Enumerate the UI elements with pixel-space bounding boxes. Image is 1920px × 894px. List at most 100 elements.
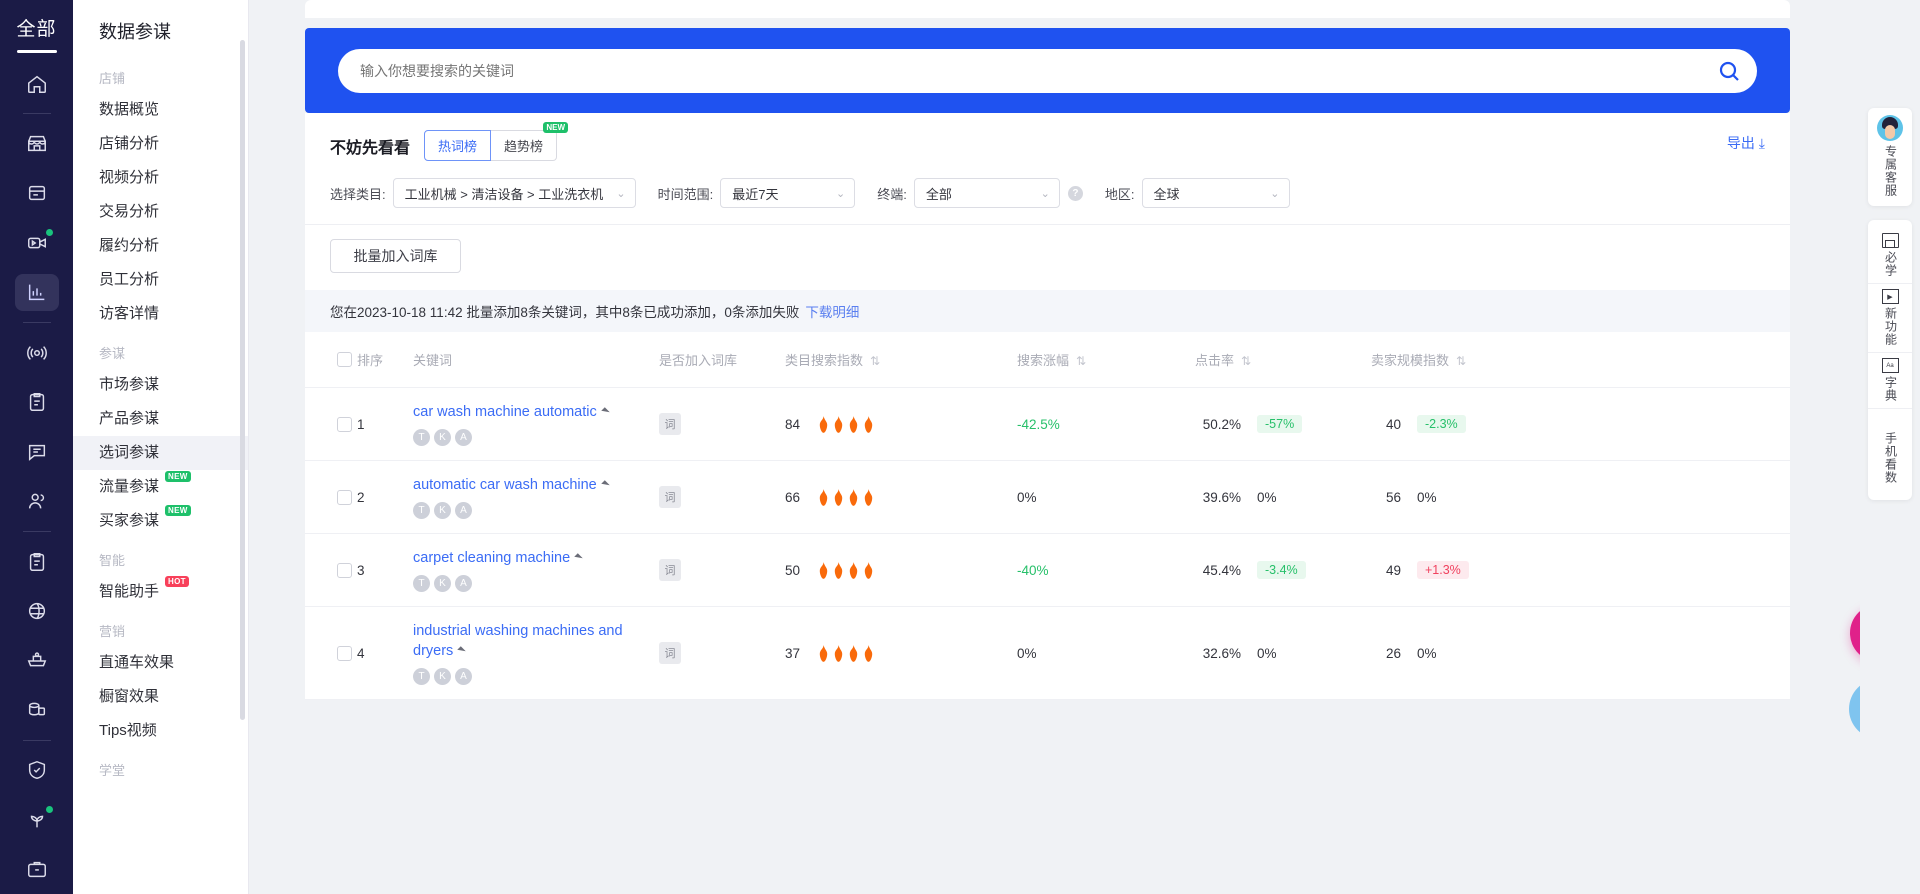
download-detail-link[interactable]: 下载明细 (805, 305, 859, 320)
library-badge[interactable]: 词 (659, 642, 681, 664)
sidebar-item-visitor-detail[interactable]: 访客详情 (73, 297, 248, 331)
sort-icon[interactable]: ⇅ (870, 354, 878, 368)
table-row: 1car wash machine automaticTKA词84-42.5%5… (305, 388, 1790, 461)
rail-entry-must-learn[interactable]: 必学 (1868, 228, 1912, 283)
rail-item-message[interactable] (15, 433, 59, 470)
keyword-tag[interactable]: A (455, 502, 472, 519)
keyword-tag[interactable]: A (455, 575, 472, 592)
sidebar-item-keyword-advisor[interactable]: 选词参谋 (73, 436, 248, 470)
icon-rail: 全部 (0, 0, 73, 894)
rail-entry-dictionary[interactable]: 字典 (1868, 352, 1912, 408)
header-seller-scale[interactable]: 卖家规模指数⇅ (1371, 332, 1790, 388)
region-select[interactable]: 全球 ⌄ (1142, 178, 1290, 208)
export-button[interactable]: 导出 ⤓ (1727, 133, 1765, 153)
shield-icon (26, 759, 48, 781)
keyword-link[interactable]: industrial washing machines and dryers (413, 623, 623, 659)
row-seller-scale: 560% (1371, 461, 1790, 534)
category-select[interactable]: 工业机械 > 清洁设备 > 工业洗衣机 ⌄ (393, 178, 636, 208)
header-search-growth[interactable]: 搜索涨幅⇅ (1017, 332, 1195, 388)
rail-item-sprout[interactable] (15, 801, 59, 838)
rail-item-clipboard[interactable] (15, 384, 59, 421)
sidebar-item-smart-assistant[interactable]: 智能助手 HOT (73, 575, 248, 609)
rail-item-briefcase[interactable] (15, 851, 59, 888)
keyword-tag[interactable]: K (434, 575, 451, 592)
sidebar-item-tips-video[interactable]: Tips视频 (73, 714, 248, 748)
row-checkbox[interactable] (337, 417, 352, 432)
bulk-add-to-library-button[interactable]: 批量加入词库 (330, 239, 461, 273)
keyword-link[interactable]: automatic car wash machine (413, 477, 597, 493)
sidebar-scrollbar[interactable] (240, 40, 245, 720)
sidebar-item-trade-analysis[interactable]: 交易分析 (73, 195, 248, 229)
expand-arrow-icon[interactable] (458, 646, 466, 654)
rail-item-users[interactable] (15, 482, 59, 519)
video-icon (26, 232, 48, 254)
keyword-tag[interactable]: T (413, 668, 430, 685)
row-select-cell (305, 388, 357, 461)
keyword-tag[interactable]: T (413, 429, 430, 446)
terminal-select[interactable]: 全部 ⌄ (914, 178, 1060, 208)
library-badge[interactable]: 词 (659, 559, 681, 581)
keyword-tag[interactable]: T (413, 575, 430, 592)
rail-item-shield[interactable] (15, 752, 59, 789)
row-checkbox[interactable] (337, 490, 352, 505)
sort-icon[interactable]: ⇅ (1241, 354, 1249, 368)
question-mark-icon[interactable]: ? (1068, 186, 1083, 201)
rail-item-window[interactable] (15, 175, 59, 212)
keyword-tag[interactable]: A (455, 668, 472, 685)
rail-item-home[interactable] (15, 65, 59, 102)
sidebar-item-market-advisor[interactable]: 市场参谋 (73, 368, 248, 402)
rail-item-broadcast[interactable] (15, 334, 59, 371)
sidebar-item-data-overview[interactable]: 数据概览 (73, 93, 248, 127)
rail-entry-mobile-data[interactable]: 手机看数 (1868, 408, 1912, 490)
search-box[interactable] (338, 49, 1757, 93)
sidebar-item-store-analysis[interactable]: 店铺分析 (73, 127, 248, 161)
rail-item-notes[interactable] (15, 543, 59, 580)
keyword-link[interactable]: carpet cleaning machine (413, 550, 570, 566)
header-ctr[interactable]: 点击率⇅ (1195, 332, 1371, 388)
sidebar-item-fulfillment-analysis[interactable]: 履约分析 (73, 229, 248, 263)
library-badge[interactable]: 词 (659, 413, 681, 435)
keyword-link[interactable]: car wash machine automatic (413, 404, 597, 420)
sidebar-item-video-analysis[interactable]: 视频分析 (73, 161, 248, 195)
sidebar-item-product-advisor[interactable]: 产品参谋 (73, 402, 248, 436)
sidebar-item-buyer-advisor[interactable]: 买家参谋 NEW (73, 504, 248, 538)
rail-item-store[interactable] (15, 125, 59, 162)
row-checkbox[interactable] (337, 563, 352, 578)
sidebar-item-express-effect[interactable]: 直通车效果 (73, 646, 248, 680)
menu-group-label: 参谋 (73, 331, 248, 368)
time-range-select[interactable]: 最近7天 ⌄ (720, 178, 855, 208)
tab-hot-words[interactable]: 热词榜 (424, 130, 491, 161)
sidebar-item-traffic-advisor[interactable]: 流量参谋 NEW (73, 470, 248, 504)
keyword-tag[interactable]: A (455, 429, 472, 446)
page-title: 数据参谋 (73, 0, 248, 56)
keyword-tag[interactable]: K (434, 429, 451, 446)
row-checkbox[interactable] (337, 646, 352, 661)
search-input[interactable] (360, 63, 1709, 79)
row-seller-scale: 260% (1371, 607, 1790, 700)
sort-icon[interactable]: ⇅ (1076, 354, 1084, 368)
rail-item-ship[interactable] (15, 642, 59, 679)
keyword-tag[interactable]: T (413, 502, 430, 519)
sidebar-item-showcase-effect[interactable]: 橱窗效果 (73, 680, 248, 714)
expand-arrow-icon[interactable] (574, 553, 582, 561)
header-search-index[interactable]: 类目搜索指数⇅ (785, 332, 1017, 388)
rail-item-analytics[interactable] (15, 274, 59, 311)
customer-service-widget[interactable]: 专属客服 (1868, 108, 1912, 206)
table-row: 3carpet cleaning machineTKA词50-40%45.4%-… (305, 534, 1790, 607)
search-button[interactable] (1709, 51, 1749, 91)
rail-item-globe[interactable] (15, 592, 59, 629)
rail-divider (23, 113, 51, 114)
sort-icon[interactable]: ⇅ (1456, 354, 1464, 368)
rail-item-video[interactable] (15, 224, 59, 261)
library-badge[interactable]: 词 (659, 486, 681, 508)
expand-arrow-icon[interactable] (601, 407, 609, 415)
keyword-tag[interactable]: K (434, 502, 451, 519)
search-growth-value: 0% (1017, 490, 1037, 505)
expand-arrow-icon[interactable] (601, 480, 609, 488)
sidebar-item-staff-analysis[interactable]: 员工分析 (73, 263, 248, 297)
rail-entry-new-features[interactable]: 新功能 (1868, 283, 1912, 352)
tab-trend-list[interactable]: 趋势榜 NEW (491, 130, 557, 161)
select-all-checkbox[interactable] (337, 352, 352, 367)
keyword-tag[interactable]: K (434, 668, 451, 685)
rail-item-coins[interactable] (15, 691, 59, 728)
